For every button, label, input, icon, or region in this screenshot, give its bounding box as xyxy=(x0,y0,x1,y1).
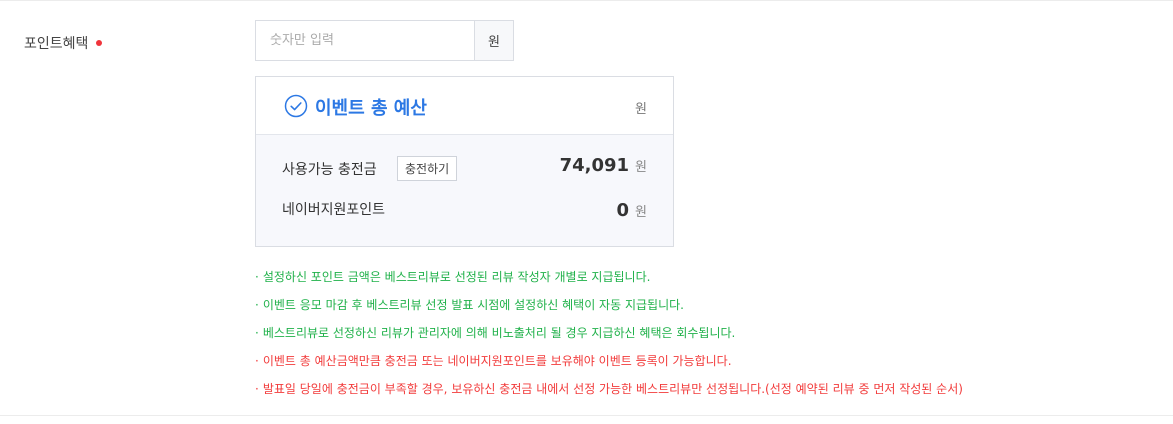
top-divider xyxy=(0,0,1173,1)
naver-support-point-label: 네이버지원포인트 xyxy=(282,202,386,218)
available-charge-label: 사용가능 충전금 xyxy=(282,162,377,178)
naver-support-point-value: 0 원 xyxy=(617,200,648,221)
available-charge-amount: 74,091 xyxy=(559,155,630,176)
event-budget-panel: 이벤트 총 예산 원 사용가능 충전금 충전하기 74,091 원 네이버지원포… xyxy=(255,76,674,247)
available-charge-unit: 원 xyxy=(635,160,647,175)
field-label-text: 포인트혜택 xyxy=(24,36,89,52)
required-dot-icon xyxy=(96,40,103,46)
event-budget-unit: 원 xyxy=(635,102,647,117)
notice-item: · 이벤트 응모 마감 후 베스트리뷰 선정 발표 시점에 설정하신 혜택이 자동… xyxy=(255,298,684,312)
notice-item: · 설정하신 포인트 금액은 베스트리뷰로 선정된 리뷰 작성자 개별로 지급됩니… xyxy=(255,270,651,284)
naver-support-point-unit: 원 xyxy=(635,205,647,220)
point-amount-input[interactable] xyxy=(256,21,474,60)
available-charge-row: 사용가능 충전금 충전하기 74,091 원 xyxy=(282,153,647,183)
currency-unit-label: 원 xyxy=(474,21,513,60)
event-budget-title: 이벤트 총 예산 xyxy=(315,98,427,119)
charge-button[interactable]: 충전하기 xyxy=(397,156,458,181)
point-amount-field: 원 xyxy=(255,20,514,61)
bottom-divider xyxy=(0,415,1173,416)
notice-list: · 설정하신 포인트 금액은 베스트리뷰로 선정된 리뷰 작성자 개별로 지급됩니… xyxy=(255,263,963,403)
naver-support-point-row: 네이버지원포인트 0 원 xyxy=(282,197,647,227)
check-circle-icon xyxy=(284,94,308,118)
point-benefit-label: 포인트혜택 xyxy=(24,33,103,53)
naver-support-point-amount: 0 xyxy=(616,200,630,221)
notice-item: · 베스트리뷰로 선정하신 리뷰가 관리자에 의해 비노출처리 될 경우 지급하신… xyxy=(255,326,736,340)
available-charge-value: 74,091 원 xyxy=(560,155,647,176)
event-budget-header: 이벤트 총 예산 원 xyxy=(256,77,673,135)
notice-item: · 이벤트 총 예산금액만큼 충전금 또는 네이버지원포인트를 보유해야 이벤트 … xyxy=(255,354,732,368)
notice-item: · 발표일 당일에 충전금이 부족할 경우, 보유하신 충전금 내에서 선정 가능… xyxy=(255,382,963,396)
